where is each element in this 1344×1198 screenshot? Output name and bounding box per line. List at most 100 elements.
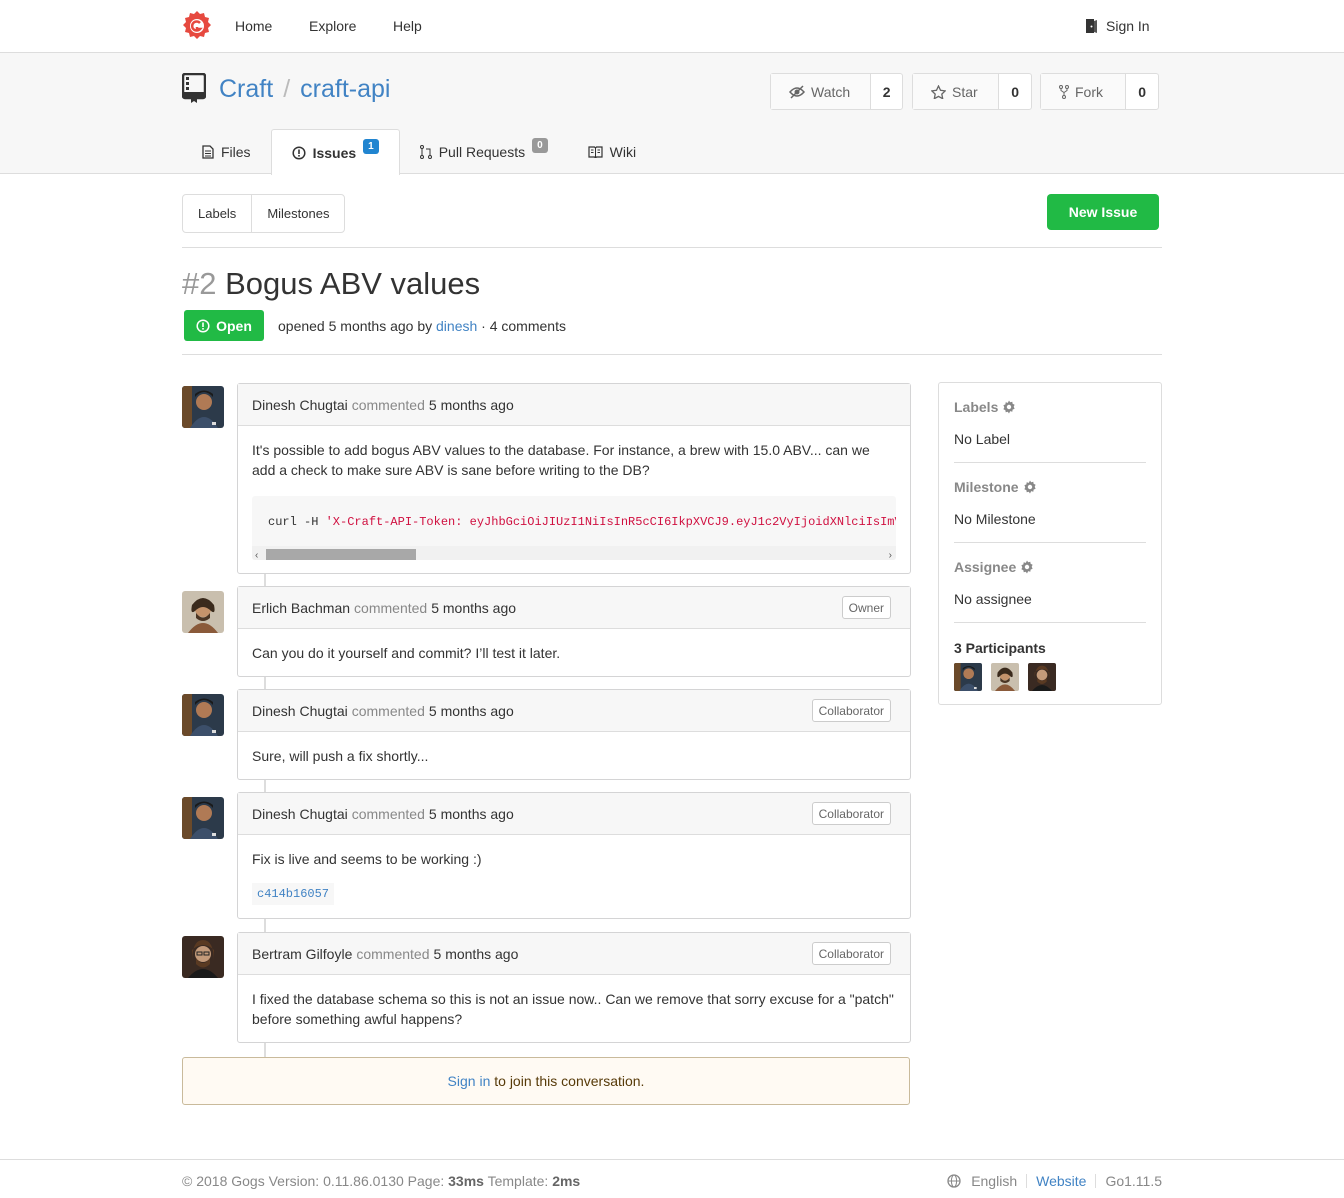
footer-links: English Website Go1.11.5 [947,1173,1162,1189]
go-version: Go1.11.5 [1105,1173,1162,1189]
fork-button[interactable]: Fork [1041,74,1127,109]
nav-explore[interactable]: Explore [309,18,356,34]
eye-slash-icon [789,84,805,99]
language-selector[interactable]: English [971,1173,1017,1189]
milestone-section: Milestone No Milestone [954,463,1146,542]
issue-author-link[interactable]: dinesh [436,318,477,334]
new-issue-button[interactable]: New Issue [1047,194,1159,230]
avatar[interactable] [182,591,224,633]
divider [182,247,1162,248]
comment-header: Bertram Gilfoyle commented 5 months ago … [238,933,910,975]
sign-in-link[interactable]: Sign In [1085,18,1150,34]
assignee-value: No assignee [954,591,1032,607]
role-badge: Collaborator [811,942,891,965]
star-label: Star [952,83,978,100]
comment-verb: commented [354,599,428,616]
issue-number: #2 [182,266,217,301]
tab-wiki[interactable]: Wiki [568,129,656,174]
comment-author[interactable]: Dinesh Chugtai [252,703,348,719]
labels-title[interactable]: Labels [954,399,1146,415]
repo-header: Craft / craft-api Watch 2 Star 0 Fork 0 Fi… [0,53,1344,175]
participant-avatar[interactable] [954,663,982,691]
nav-home[interactable]: Home [235,18,272,34]
footer-info: © 2018 Gogs Version: 0.11.86.0130 Page: … [182,1173,580,1189]
scroll-left-icon[interactable]: ‹ [255,546,258,560]
star-button[interactable]: Star [913,74,1000,109]
labels-button[interactable]: Labels [183,195,251,232]
comment: Erlich Bachman commented 5 months ago Ow… [237,586,911,677]
scroll-right-icon[interactable]: › [889,546,892,560]
comment-author[interactable]: Dinesh Chugtai [252,806,348,822]
participant-avatar[interactable] [991,663,1019,691]
comment-verb: commented [351,396,425,413]
tab-issues[interactable]: Issues 1 [270,129,400,175]
comment-author[interactable]: Bertram Gilfoyle [252,946,352,962]
comment-text: It's possible to add bogus ABV values to… [252,442,870,478]
comment: Dinesh Chugtai commented 5 months ago Co… [237,689,911,780]
issue-sidebar: Labels No Label Milestone No Milestone A… [938,382,1162,705]
gogs-logo-icon[interactable] [182,10,212,42]
milestones-button[interactable]: Milestones [251,195,344,232]
tab-pull-requests-label: Pull Requests [438,143,526,160]
repo-name-link[interactable]: craft-api [300,75,390,103]
comment-time[interactable]: 5 months ago [431,600,516,616]
watch-button[interactable]: Watch [771,74,872,109]
join-text: to join this conversation. [494,1073,645,1089]
issue-meta: opened 5 months ago by dinesh · 4 commen… [278,318,566,334]
sign-in-link[interactable]: Sign in [448,1073,491,1089]
join-conversation-notice: Sign in to join this conversation. [182,1057,910,1105]
watch-label: Watch [811,83,851,100]
avatar[interactable] [182,694,224,736]
horizontal-scrollbar[interactable]: ‹ › [252,546,896,560]
assignee-title[interactable]: Assignee [954,559,1146,575]
fork-count[interactable]: 0 [1126,74,1158,109]
sign-in-label: Sign In [1106,18,1150,34]
comment-body: Fix is live and seems to be working :) c… [238,835,910,919]
book-icon [588,145,603,158]
avatar[interactable] [182,797,224,839]
comment-body: I fixed the database schema so this is n… [238,975,910,1043]
comment-header: Dinesh Chugtai commented 5 months ago Co… [238,690,910,732]
watch-button-group: Watch 2 [770,73,903,110]
avatar[interactable] [182,936,224,978]
milestone-title-text: Milestone [954,479,1019,495]
fork-icon [1059,84,1069,99]
role-badge: Owner [841,596,891,619]
issues-subnav: Labels Milestones [182,194,346,233]
comment: Bertram Gilfoyle commented 5 months ago … [237,932,911,1043]
nav-help[interactable]: Help [393,18,422,34]
comment-author[interactable]: Dinesh Chugtai [252,397,348,413]
star-button-group: Star 0 [912,73,1032,110]
comment-time[interactable]: 5 months ago [434,946,519,962]
tab-files[interactable]: Files [182,129,271,174]
comment-time[interactable]: 5 months ago [429,703,514,719]
star-count[interactable]: 0 [999,74,1031,109]
issues-count-badge: 1 [363,139,379,154]
tab-issues-label: Issues [312,144,357,161]
gear-icon [1003,400,1015,414]
tab-pull-requests[interactable]: Pull Requests 0 [400,129,568,174]
repo-title: Craft / craft-api [219,75,390,104]
participant-avatar[interactable] [1028,663,1056,691]
avatar[interactable] [182,386,224,428]
sign-in-icon [1086,19,1097,33]
commit-sha-link[interactable]: c414b16057 [252,883,335,905]
star-icon [931,84,946,99]
milestone-title[interactable]: Milestone [954,479,1146,495]
issue-state-label: Open [184,310,264,341]
watch-count[interactable]: 2 [871,74,902,109]
gear-icon [1021,560,1033,574]
comment-time[interactable]: 5 months ago [429,806,514,822]
participants-section: 3 Participants [954,623,1146,691]
code-string: 'X-Craft-API-Token: eyJhbGciOiJIUzI1NiIs… [325,515,896,529]
website-link[interactable]: Website [1036,1173,1086,1189]
comment-verb: commented [356,945,430,962]
scrollbar-thumb[interactable] [266,549,416,560]
comment: Dinesh Chugtai commented 5 months ago Co… [237,792,911,919]
comment-author[interactable]: Erlich Bachman [252,600,350,616]
repo-owner-link[interactable]: Craft [219,75,273,103]
comment-time[interactable]: 5 months ago [429,397,514,413]
code-command: curl -H [268,515,326,529]
repo-separator: / [283,75,291,103]
footer: © 2018 Gogs Version: 0.11.86.0130 Page: … [0,1159,1344,1198]
